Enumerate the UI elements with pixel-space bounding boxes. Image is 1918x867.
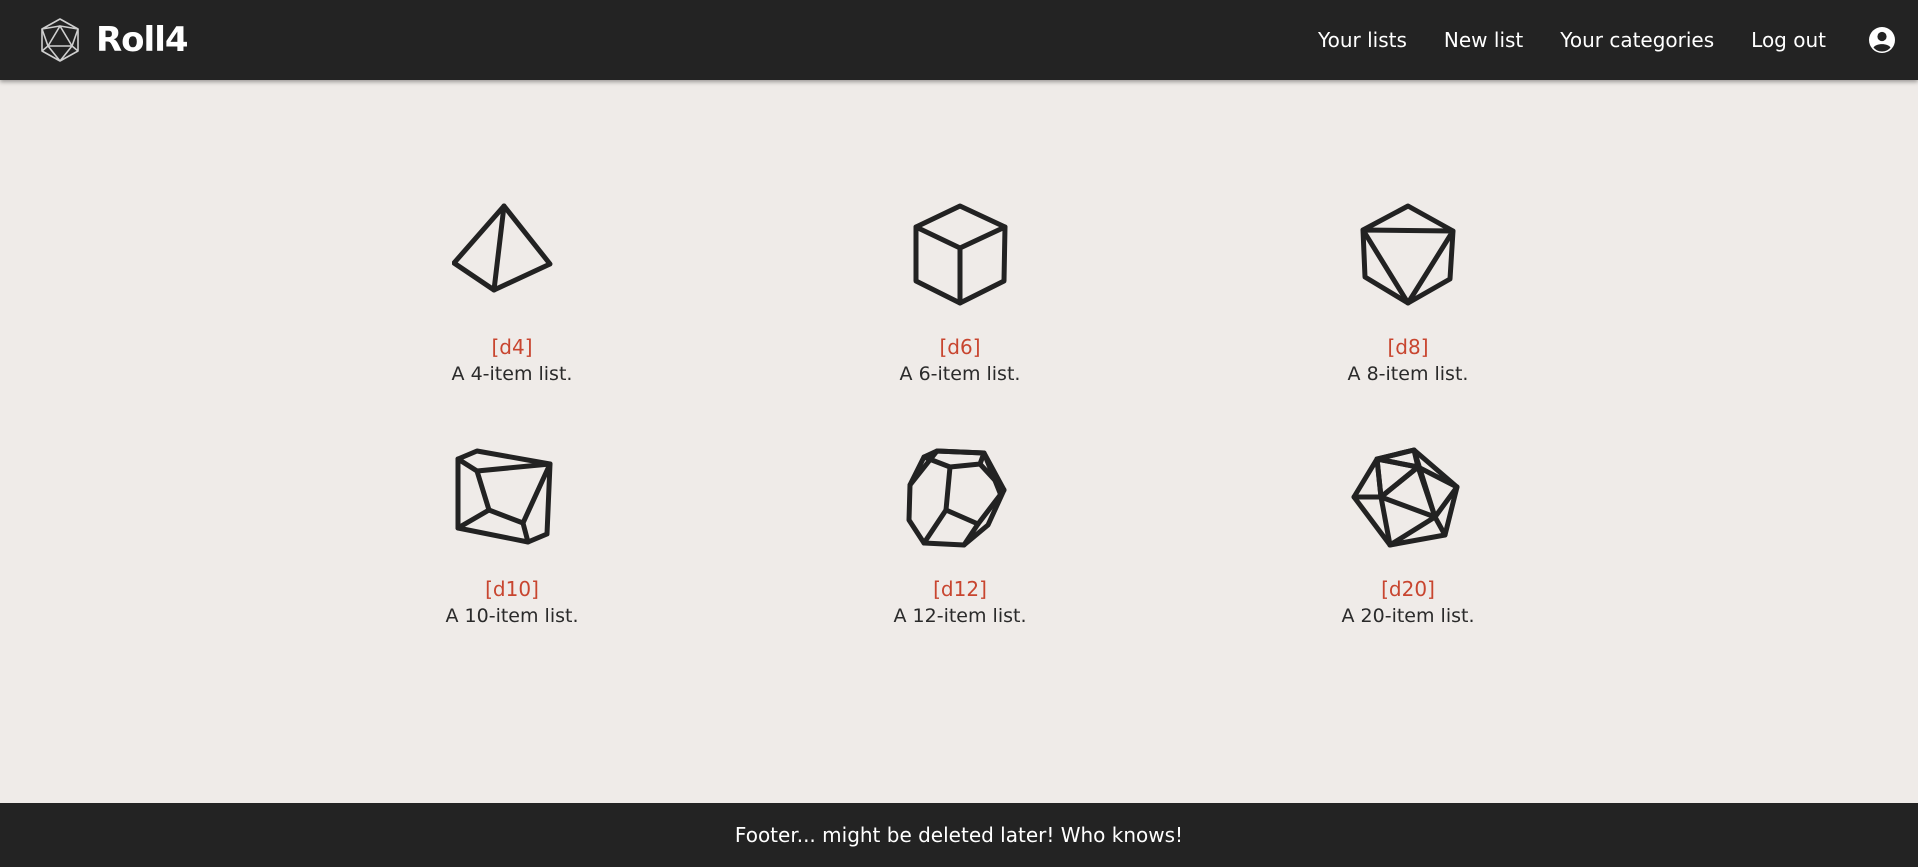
d12-icon xyxy=(906,448,1007,548)
nav-link-new-list[interactable]: New list xyxy=(1444,28,1523,52)
dice-card-d10[interactable]: [d10] A 10-item list. xyxy=(362,442,662,630)
navbar: Roll4 Your lists New list Your categorie… xyxy=(0,0,1918,80)
dice-card-d8[interactable]: [d8] A 8-item list. xyxy=(1258,200,1558,388)
die-title: [d12] xyxy=(933,577,987,601)
dice-card-d20[interactable]: [d20] A 20-item list. xyxy=(1258,442,1558,630)
die-description: A 6-item list. xyxy=(899,363,1021,385)
account-circle-icon[interactable] xyxy=(1868,26,1896,54)
brand-link[interactable]: Roll4 xyxy=(36,16,189,64)
d20-icon xyxy=(1351,447,1460,548)
dice-card-d4[interactable]: [d4] A 4-item list. xyxy=(362,200,662,388)
die-title: [d4] xyxy=(491,335,533,359)
dice-grid: [d4] A 4-item list. [d6] A 6-item list. xyxy=(0,80,1918,803)
die-title: [d20] xyxy=(1381,577,1435,601)
nav-link-your-categories[interactable]: Your categories xyxy=(1560,28,1714,52)
footer-text: Footer... might be deleted later! Who kn… xyxy=(734,823,1184,847)
die-description: A 20-item list. xyxy=(1341,605,1475,627)
d20-logo-icon xyxy=(41,18,79,62)
nav-link-your-lists[interactable]: Your lists xyxy=(1318,28,1407,52)
brand-name: Roll4 xyxy=(96,20,189,60)
die-description: A 4-item list. xyxy=(451,363,573,385)
die-description: A 8-item list. xyxy=(1347,363,1469,385)
d8-icon xyxy=(1360,203,1456,306)
footer: Footer... might be deleted later! Who kn… xyxy=(0,803,1918,867)
dice-card-d6[interactable]: [d6] A 6-item list. xyxy=(810,200,1110,388)
die-title: [d10] xyxy=(485,577,539,601)
die-title: [d6] xyxy=(939,335,981,359)
d4-icon xyxy=(452,203,553,293)
d10-icon xyxy=(455,448,553,545)
die-description: A 10-item list. xyxy=(445,605,579,627)
dice-card-d12[interactable]: [d12] A 12-item list. xyxy=(810,442,1110,630)
die-title: [d8] xyxy=(1387,335,1429,359)
nav-link-log-out[interactable]: Log out xyxy=(1751,28,1826,52)
nav-links: Your lists New list Your categories Log … xyxy=(1318,26,1896,54)
d6-icon xyxy=(913,203,1008,306)
die-description: A 12-item list. xyxy=(893,605,1027,627)
main-content: [d4] A 4-item list. [d6] A 6-item list. xyxy=(0,80,1918,803)
